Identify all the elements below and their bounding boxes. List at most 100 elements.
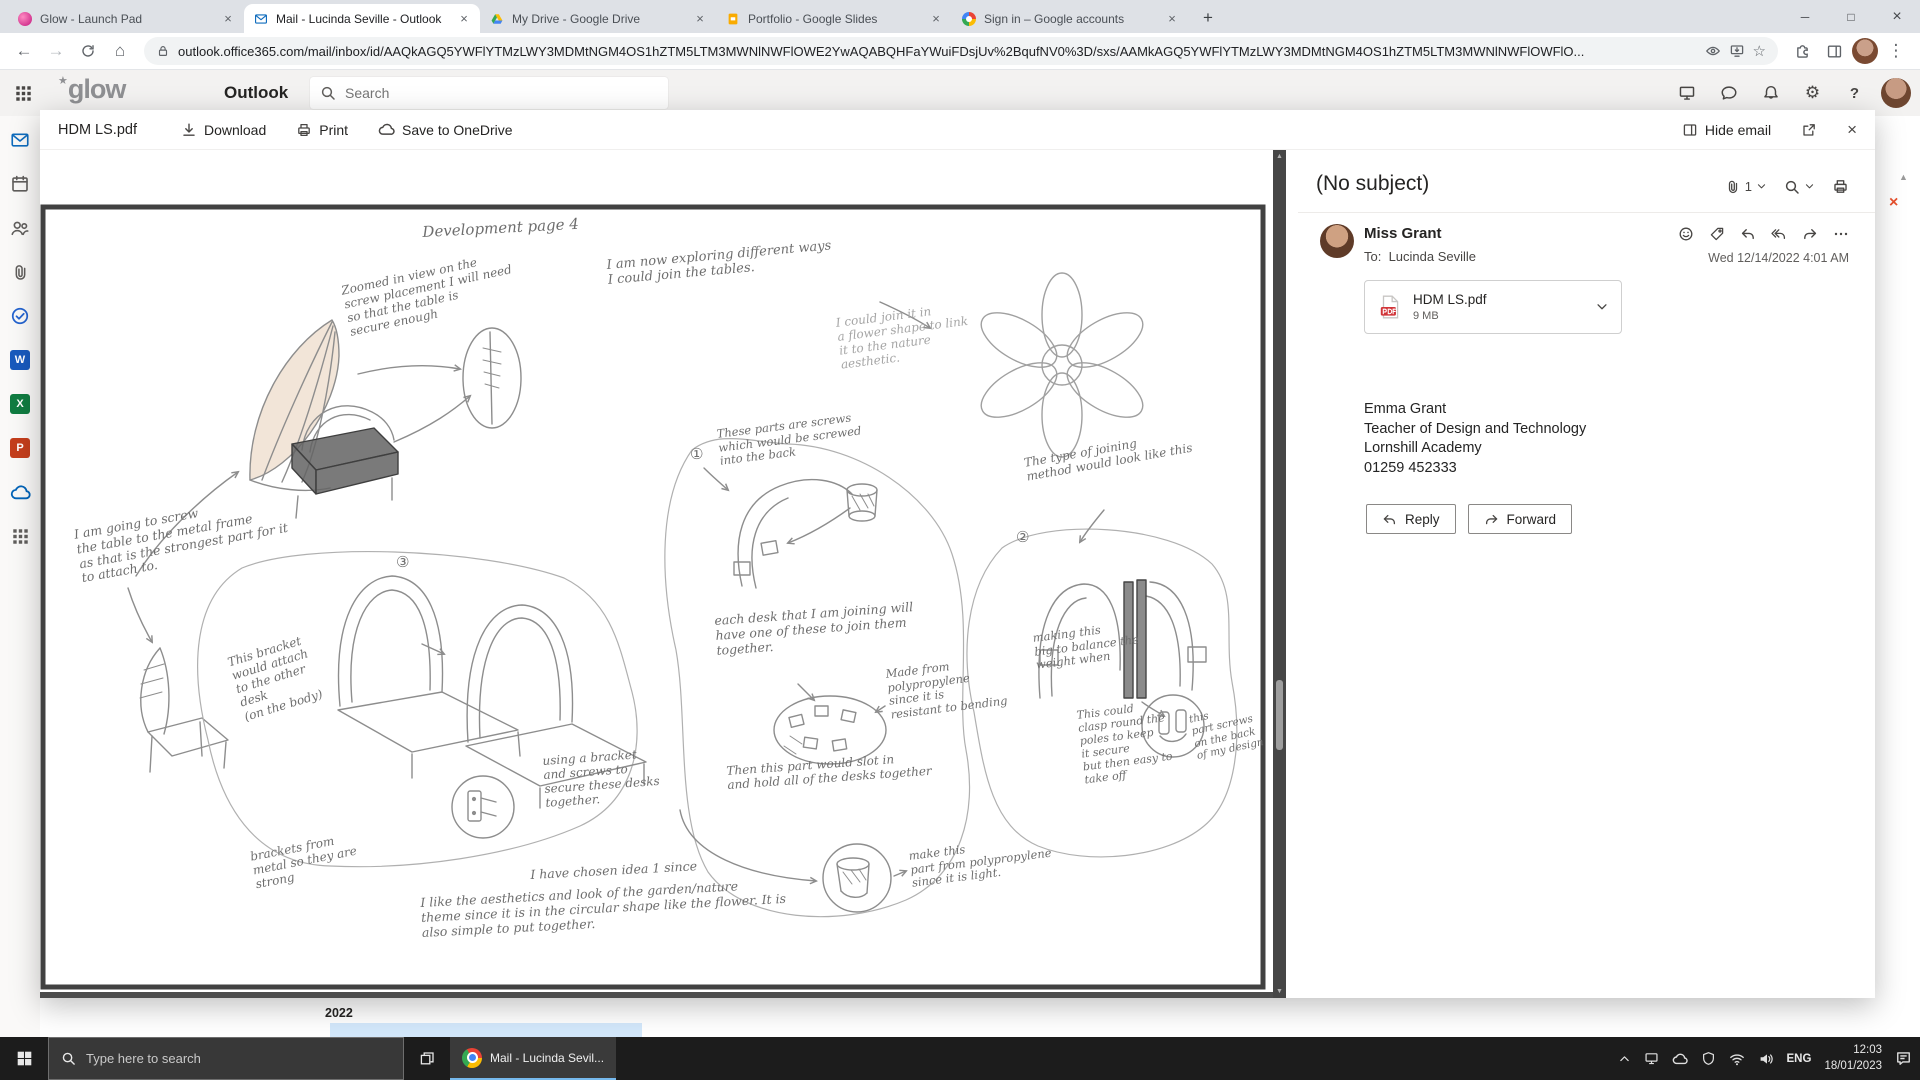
forward-button[interactable]: Forward xyxy=(1467,504,1573,534)
devices-icon[interactable] xyxy=(1667,74,1706,113)
tray-monitor-icon[interactable] xyxy=(1644,1051,1659,1066)
browser-profile-avatar[interactable] xyxy=(1852,38,1878,64)
header-actions: ⚙ ? xyxy=(1667,73,1874,113)
tray-onedrive-cloud-icon[interactable] xyxy=(1672,1051,1688,1067)
attachment-card[interactable]: HDM LS.pdf 9 MB xyxy=(1364,280,1622,334)
task-view-button[interactable] xyxy=(404,1037,450,1080)
download-button[interactable]: Download xyxy=(181,122,266,138)
reactions-smiley-icon[interactable] xyxy=(1678,226,1694,242)
taskbar-app-browser[interactable]: Mail - Lucinda Sevil... xyxy=(450,1037,617,1080)
hide-email-button[interactable]: Hide email xyxy=(1682,122,1771,138)
reply-all-icon[interactable] xyxy=(1771,226,1787,242)
chat-icon[interactable] xyxy=(1709,74,1748,113)
tab-mail-outlook[interactable]: Mail - Lucinda Seville - Outlook × xyxy=(244,4,480,33)
categorize-tag-icon[interactable] xyxy=(1709,226,1725,242)
tab-glow-launchpad[interactable]: Glow - Launch Pad × xyxy=(8,4,244,33)
scroll-down-icon[interactable]: ▼ xyxy=(1273,988,1286,995)
rail-calendar[interactable] xyxy=(9,173,31,195)
rail-word[interactable]: W xyxy=(9,349,31,371)
action-center-icon[interactable] xyxy=(1895,1050,1912,1067)
save-to-onedrive-button[interactable]: Save to OneDrive xyxy=(378,121,513,138)
sketch-annotation: each desk that I am joining will have on… xyxy=(713,599,914,658)
search-input[interactable] xyxy=(345,85,658,101)
tab-google-slides[interactable]: Portfolio - Google Slides × xyxy=(716,4,952,33)
browser-menu-kebab-icon[interactable]: ⋮ xyxy=(1882,37,1910,65)
background-close-icon[interactable]: × xyxy=(1889,194,1898,212)
side-panel-icon[interactable] xyxy=(1820,37,1848,65)
tab-close-icon[interactable]: × xyxy=(220,11,236,27)
rail-excel[interactable]: X xyxy=(9,393,31,415)
account-avatar[interactable] xyxy=(1881,78,1911,108)
selected-message-row[interactable] xyxy=(330,1023,642,1037)
install-app-icon[interactable] xyxy=(1729,43,1745,59)
pdf-page[interactable]: Development page 4 I am now exploring dif… xyxy=(40,150,1273,998)
forward-icon[interactable] xyxy=(1802,226,1818,242)
rail-people[interactable] xyxy=(9,217,31,239)
rail-attachments[interactable] xyxy=(9,261,31,283)
settings-gear-icon[interactable]: ⚙ xyxy=(1793,74,1832,113)
forward-button[interactable]: → xyxy=(42,37,70,65)
new-tab-button[interactable]: + xyxy=(1194,4,1222,32)
start-button[interactable] xyxy=(0,1037,48,1080)
tray-network-wifi-icon[interactable] xyxy=(1729,1051,1745,1067)
refresh-button[interactable] xyxy=(74,37,102,65)
sketch-annotation: I like the aesthetics and look of the ga… xyxy=(419,878,787,940)
rail-mail[interactable] xyxy=(9,129,31,151)
reply-button[interactable]: Reply xyxy=(1366,504,1456,534)
home-button[interactable]: ⌂ xyxy=(106,37,134,65)
scrollbar-thumb[interactable] xyxy=(1276,680,1283,750)
print-button[interactable]: Print xyxy=(296,122,348,138)
close-preview-icon[interactable]: × xyxy=(1847,121,1857,138)
google-favicon xyxy=(962,11,976,26)
language-indicator[interactable]: ENG xyxy=(1787,1053,1812,1065)
email-reading-pane: (No subject) 1 Miss Grant To: Lucinda Se… xyxy=(1298,150,1875,998)
tab-title: My Drive - Google Drive xyxy=(512,11,641,26)
tab-close-icon[interactable]: × xyxy=(928,11,944,27)
sender-avatar[interactable] xyxy=(1320,224,1354,258)
extensions-puzzle-icon[interactable] xyxy=(1788,37,1816,65)
pdf-scrollbar[interactable]: ▲ ▼ xyxy=(1273,150,1286,998)
list-scroll-up-icon[interactable]: ▲ xyxy=(1899,172,1908,182)
sketch-annotation: I have chosen idea 1 since xyxy=(529,858,698,882)
rail-more-apps[interactable] xyxy=(9,525,31,547)
taskbar-search[interactable]: Type here to search xyxy=(48,1037,404,1080)
back-button[interactable]: ← xyxy=(10,37,38,65)
attachments-dropdown[interactable]: 1 xyxy=(1725,179,1767,195)
url-field[interactable]: outlook.office365.com/mail/inbox/id/AAQk… xyxy=(144,37,1778,65)
zoom-dropdown[interactable] xyxy=(1784,179,1815,195)
reply-icon[interactable] xyxy=(1740,226,1756,242)
maximize-button[interactable]: □ xyxy=(1828,0,1874,33)
minimize-button[interactable]: ─ xyxy=(1782,0,1828,33)
sketch-annotation: These parts are screws which would be sc… xyxy=(715,410,862,468)
notifications-bell-icon[interactable] xyxy=(1751,74,1790,113)
lock-icon xyxy=(156,44,170,58)
tray-chevron-up-icon[interactable] xyxy=(1618,1052,1631,1065)
scroll-up-icon[interactable]: ▲ xyxy=(1273,153,1286,160)
tab-google-drive[interactable]: My Drive - Google Drive × xyxy=(480,4,716,33)
taskbar-app-label: Mail - Lucinda Sevil... xyxy=(490,1050,605,1065)
tab-google-signin[interactable]: Sign in – Google accounts × xyxy=(952,4,1188,33)
rail-todo[interactable] xyxy=(9,305,31,327)
tab-close-icon[interactable]: × xyxy=(1164,11,1180,27)
rail-onedrive[interactable] xyxy=(9,481,31,503)
window-close-button[interactable]: × xyxy=(1874,0,1920,33)
tab-close-icon[interactable]: × xyxy=(692,11,708,27)
popout-icon[interactable] xyxy=(1801,122,1817,138)
clock[interactable]: 12:03 18/01/2023 xyxy=(1824,1043,1882,1074)
attachment-chevron-icon[interactable] xyxy=(1595,300,1609,314)
attachment-size: 9 MB xyxy=(1413,310,1439,322)
bookmark-star-icon[interactable]: ☆ xyxy=(1753,42,1766,60)
more-actions-icon[interactable] xyxy=(1833,226,1849,242)
sketch-annotation: make this part from polypropylene since … xyxy=(907,842,1053,890)
rail-powerpoint[interactable]: P xyxy=(9,437,31,459)
pdf-file-icon xyxy=(1377,294,1403,320)
help-icon[interactable]: ? xyxy=(1835,74,1874,113)
tray-volume-icon[interactable] xyxy=(1758,1051,1774,1067)
tab-close-icon[interactable]: × xyxy=(456,11,472,27)
print-email-icon[interactable] xyxy=(1832,178,1849,195)
tray-security-shield-icon[interactable] xyxy=(1701,1051,1716,1066)
windows-taskbar: Type here to search Mail - Lucinda Sevil… xyxy=(0,1037,1920,1080)
eye-icon[interactable] xyxy=(1705,43,1721,59)
body-line: Lornshill Academy xyxy=(1364,440,1482,456)
outlook-search-box[interactable] xyxy=(310,77,668,109)
